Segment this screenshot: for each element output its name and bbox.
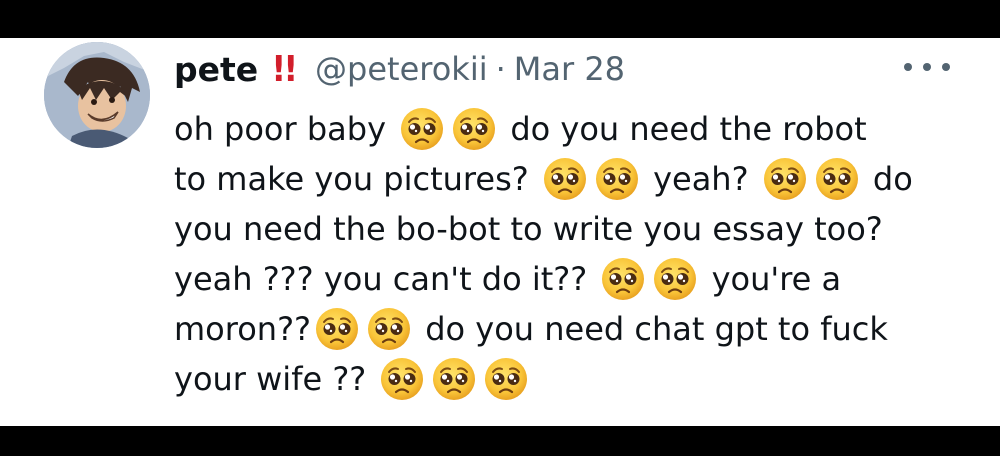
- tweet-text-fragment: you need the bo-bot to write you essay t…: [174, 210, 883, 248]
- tweet-text-fragment: do you need the robot: [500, 110, 867, 148]
- tweet-line: yeah ??? you can't do it?? you're a: [174, 254, 964, 304]
- tweet-date[interactable]: Mar 28: [514, 50, 625, 88]
- tweet-text-fragment: do you need chat gpt to fuck: [415, 310, 888, 348]
- pleading-face-icon: [314, 306, 360, 352]
- pleading-face-icon: [652, 256, 698, 302]
- tweet-text-fragment: yeah ??? you can't do it??: [174, 260, 598, 298]
- tweet-line: your wife ??: [174, 354, 964, 404]
- pleading-face-icon: [762, 156, 808, 202]
- tweet-header: pete !! @peterokii · Mar 28: [174, 44, 625, 94]
- tweet-text-fragment: your wife ??: [174, 360, 377, 398]
- tweet-line: oh poor baby do you need the robot: [174, 104, 964, 154]
- tweet-card[interactable]: pete !! @peterokii · Mar 28 oh poor baby…: [0, 38, 1000, 426]
- more-dot: [942, 63, 950, 71]
- pleading-face-icon: [542, 156, 588, 202]
- tweet-text-fragment: moron??: [174, 310, 312, 348]
- tweet-text-fragment: to make you pictures?: [174, 160, 539, 198]
- user-handle[interactable]: @peterokii: [315, 50, 488, 88]
- more-dot: [904, 63, 912, 71]
- pleading-face-icon: [814, 156, 860, 202]
- header-separator: ·: [495, 50, 506, 88]
- tweet-line: moron?? do you need chat gpt to fuck: [174, 304, 964, 354]
- pleading-face-icon: [366, 306, 412, 352]
- bottom-black-bar: [0, 426, 1000, 456]
- tweet-text-fragment: do: [862, 160, 913, 198]
- pleading-face-icon: [431, 356, 477, 402]
- pleading-face-icon: [483, 356, 529, 402]
- tweet-line: to make you pictures? yeah? do: [174, 154, 964, 204]
- pleading-face-icon: [594, 156, 640, 202]
- tweet-text-fragment: you're a: [701, 260, 842, 298]
- tweet-text: oh poor baby do you need the robot to ma…: [174, 104, 964, 404]
- tweet-line: you need the bo-bot to write you essay t…: [174, 204, 964, 254]
- more-dot: [923, 63, 931, 71]
- avatar[interactable]: [44, 42, 150, 148]
- pleading-face-icon: [379, 356, 425, 402]
- pleading-face-icon: [399, 106, 445, 152]
- display-name[interactable]: pete: [174, 50, 258, 89]
- pleading-face-icon: [451, 106, 497, 152]
- pleading-face-icon: [600, 256, 646, 302]
- tweet-text-fragment: yeah?: [642, 160, 759, 198]
- more-options-icon[interactable]: [904, 52, 950, 82]
- double-exclamation-icon: !!: [271, 48, 299, 90]
- top-black-bar: [0, 0, 1000, 38]
- tweet-text-fragment: oh poor baby: [174, 110, 397, 148]
